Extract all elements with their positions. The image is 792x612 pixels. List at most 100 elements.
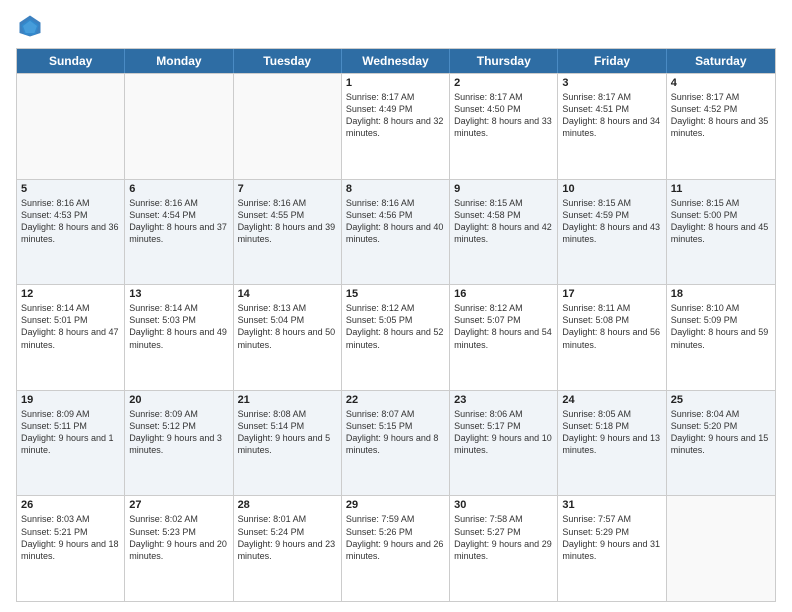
day-number: 3 xyxy=(562,77,661,89)
cal-cell: 20Sunrise: 8:09 AM Sunset: 5:12 PM Dayli… xyxy=(125,391,233,496)
day-number: 14 xyxy=(238,288,337,300)
cal-cell xyxy=(17,74,125,179)
day-number: 18 xyxy=(671,288,771,300)
day-number: 27 xyxy=(129,499,228,511)
cell-info: Sunrise: 8:16 AM Sunset: 4:53 PM Dayligh… xyxy=(21,197,120,246)
day-number: 29 xyxy=(346,499,445,511)
cal-cell: 26Sunrise: 8:03 AM Sunset: 5:21 PM Dayli… xyxy=(17,496,125,601)
day-number: 19 xyxy=(21,394,120,406)
day-number: 31 xyxy=(562,499,661,511)
cell-info: Sunrise: 8:12 AM Sunset: 5:05 PM Dayligh… xyxy=(346,302,445,351)
cal-cell: 15 Sunrise: 8:12 AM Sunset: 5:05 PM Dayli… xyxy=(342,285,450,390)
cell-info: Sunrise: 8:15 AM Sunset: 4:58 PM Dayligh… xyxy=(454,197,553,246)
cal-cell: 3 Sunrise: 8:17 AM Sunset: 4:51 PM Daylig… xyxy=(558,74,666,179)
cal-cell: 14 Sunrise: 8:13 AM Sunset: 5:04 PM Dayli… xyxy=(234,285,342,390)
cal-cell xyxy=(234,74,342,179)
cal-cell: 13 Sunrise: 8:14 AM Sunset: 5:03 PM Dayli… xyxy=(125,285,233,390)
day-number: 1 xyxy=(346,77,445,89)
day-number: 22 xyxy=(346,394,445,406)
cal-cell: 18 Sunrise: 8:10 AM Sunset: 5:09 PM Dayli… xyxy=(667,285,775,390)
logo xyxy=(16,12,48,40)
cal-cell: 5 Sunrise: 8:16 AM Sunset: 4:53 PM Daylig… xyxy=(17,180,125,285)
cell-info: Sunrise: 8:14 AM Sunset: 5:03 PM Dayligh… xyxy=(129,302,228,351)
day-number: 30 xyxy=(454,499,553,511)
cal-header-day: Saturday xyxy=(667,49,775,73)
cal-cell: 17 Sunrise: 8:11 AM Sunset: 5:08 PM Dayli… xyxy=(558,285,666,390)
cell-info: Sunrise: 8:09 AM Sunset: 5:11 PM Dayligh… xyxy=(21,408,120,457)
cal-cell: 23 Sunrise: 8:06 AM Sunset: 5:17 PM Dayli… xyxy=(450,391,558,496)
cal-cell: 7 Sunrise: 8:16 AM Sunset: 4:55 PM Daylig… xyxy=(234,180,342,285)
cal-cell: 27 Sunrise: 8:02 AM Sunset: 5:23 PM Dayli… xyxy=(125,496,233,601)
cell-info: Sunrise: 8:04 AM Sunset: 5:20 PM Dayligh… xyxy=(671,408,771,457)
day-number: 10 xyxy=(562,183,661,195)
cell-info: Sunrise: 8:17 AM Sunset: 4:51 PM Dayligh… xyxy=(562,91,661,140)
calendar-body: 1 Sunrise: 8:17 AM Sunset: 4:49 PM Daylig… xyxy=(17,73,775,601)
cell-info: Sunrise: 7:57 AM Sunset: 5:29 PM Dayligh… xyxy=(562,513,661,562)
cal-cell: 29Sunrise: 7:59 AM Sunset: 5:26 PM Dayli… xyxy=(342,496,450,601)
cell-info: Sunrise: 8:13 AM Sunset: 5:04 PM Dayligh… xyxy=(238,302,337,351)
calendar-header: SundayMondayTuesdayWednesdayThursdayFrid… xyxy=(17,49,775,73)
cal-cell: 11Sunrise: 8:15 AM Sunset: 5:00 PM Dayli… xyxy=(667,180,775,285)
cell-info: Sunrise: 8:05 AM Sunset: 5:18 PM Dayligh… xyxy=(562,408,661,457)
day-number: 25 xyxy=(671,394,771,406)
cal-header-day: Thursday xyxy=(450,49,558,73)
cal-cell xyxy=(667,496,775,601)
cell-info: Sunrise: 8:03 AM Sunset: 5:21 PM Dayligh… xyxy=(21,513,120,562)
cal-header-day: Wednesday xyxy=(342,49,450,73)
cal-cell xyxy=(125,74,233,179)
cell-info: Sunrise: 8:17 AM Sunset: 4:52 PM Dayligh… xyxy=(671,91,771,140)
day-number: 9 xyxy=(454,183,553,195)
cell-info: Sunrise: 8:08 AM Sunset: 5:14 PM Dayligh… xyxy=(238,408,337,457)
calendar: SundayMondayTuesdayWednesdayThursdayFrid… xyxy=(16,48,776,602)
cell-info: Sunrise: 8:17 AM Sunset: 4:49 PM Dayligh… xyxy=(346,91,445,140)
cal-cell: 16 Sunrise: 8:12 AM Sunset: 5:07 PM Dayli… xyxy=(450,285,558,390)
day-number: 21 xyxy=(238,394,337,406)
cal-cell: 28 Sunrise: 8:01 AM Sunset: 5:24 PM Dayli… xyxy=(234,496,342,601)
day-number: 24 xyxy=(562,394,661,406)
cell-info: Sunrise: 8:02 AM Sunset: 5:23 PM Dayligh… xyxy=(129,513,228,562)
cal-cell: 2 Sunrise: 8:17 AM Sunset: 4:50 PM Daylig… xyxy=(450,74,558,179)
day-number: 11 xyxy=(671,183,771,195)
cal-cell: 21 Sunrise: 8:08 AM Sunset: 5:14 PM Dayli… xyxy=(234,391,342,496)
cal-cell: 25 Sunrise: 8:04 AM Sunset: 5:20 PM Dayli… xyxy=(667,391,775,496)
cell-info: Sunrise: 8:14 AM Sunset: 5:01 PM Dayligh… xyxy=(21,302,120,351)
cal-row: 26Sunrise: 8:03 AM Sunset: 5:21 PM Dayli… xyxy=(17,495,775,601)
cell-info: Sunrise: 8:06 AM Sunset: 5:17 PM Dayligh… xyxy=(454,408,553,457)
cal-cell: 8 Sunrise: 8:16 AM Sunset: 4:56 PM Daylig… xyxy=(342,180,450,285)
cell-info: Sunrise: 8:11 AM Sunset: 5:08 PM Dayligh… xyxy=(562,302,661,351)
day-number: 23 xyxy=(454,394,553,406)
cell-info: Sunrise: 8:10 AM Sunset: 5:09 PM Dayligh… xyxy=(671,302,771,351)
cell-info: Sunrise: 8:17 AM Sunset: 4:50 PM Dayligh… xyxy=(454,91,553,140)
day-number: 8 xyxy=(346,183,445,195)
cal-header-day: Tuesday xyxy=(234,49,342,73)
cell-info: Sunrise: 8:16 AM Sunset: 4:56 PM Dayligh… xyxy=(346,197,445,246)
day-number: 5 xyxy=(21,183,120,195)
cal-cell: 9 Sunrise: 8:15 AM Sunset: 4:58 PM Daylig… xyxy=(450,180,558,285)
day-number: 6 xyxy=(129,183,228,195)
page: SundayMondayTuesdayWednesdayThursdayFrid… xyxy=(0,0,792,612)
day-number: 15 xyxy=(346,288,445,300)
cell-info: Sunrise: 8:16 AM Sunset: 4:55 PM Dayligh… xyxy=(238,197,337,246)
cal-header-day: Monday xyxy=(125,49,233,73)
day-number: 2 xyxy=(454,77,553,89)
cal-cell: 24 Sunrise: 8:05 AM Sunset: 5:18 PM Dayli… xyxy=(558,391,666,496)
cell-info: Sunrise: 7:58 AM Sunset: 5:27 PM Dayligh… xyxy=(454,513,553,562)
cal-header-day: Sunday xyxy=(17,49,125,73)
cal-cell: 30 Sunrise: 7:58 AM Sunset: 5:27 PM Dayli… xyxy=(450,496,558,601)
cell-info: Sunrise: 8:15 AM Sunset: 4:59 PM Dayligh… xyxy=(562,197,661,246)
cal-cell: 19 Sunrise: 8:09 AM Sunset: 5:11 PM Dayli… xyxy=(17,391,125,496)
day-number: 28 xyxy=(238,499,337,511)
day-number: 16 xyxy=(454,288,553,300)
cell-info: Sunrise: 8:12 AM Sunset: 5:07 PM Dayligh… xyxy=(454,302,553,351)
day-number: 7 xyxy=(238,183,337,195)
day-number: 12 xyxy=(21,288,120,300)
cal-cell: 6Sunrise: 8:16 AM Sunset: 4:54 PM Daylig… xyxy=(125,180,233,285)
cal-cell: 10 Sunrise: 8:15 AM Sunset: 4:59 PM Dayli… xyxy=(558,180,666,285)
cal-row: 12 Sunrise: 8:14 AM Sunset: 5:01 PM Dayli… xyxy=(17,284,775,390)
cal-cell: 22Sunrise: 8:07 AM Sunset: 5:15 PM Dayli… xyxy=(342,391,450,496)
day-number: 13 xyxy=(129,288,228,300)
cell-info: Sunrise: 8:01 AM Sunset: 5:24 PM Dayligh… xyxy=(238,513,337,562)
cal-row: 1 Sunrise: 8:17 AM Sunset: 4:49 PM Daylig… xyxy=(17,73,775,179)
day-number: 17 xyxy=(562,288,661,300)
cal-row: 19 Sunrise: 8:09 AM Sunset: 5:11 PM Dayli… xyxy=(17,390,775,496)
